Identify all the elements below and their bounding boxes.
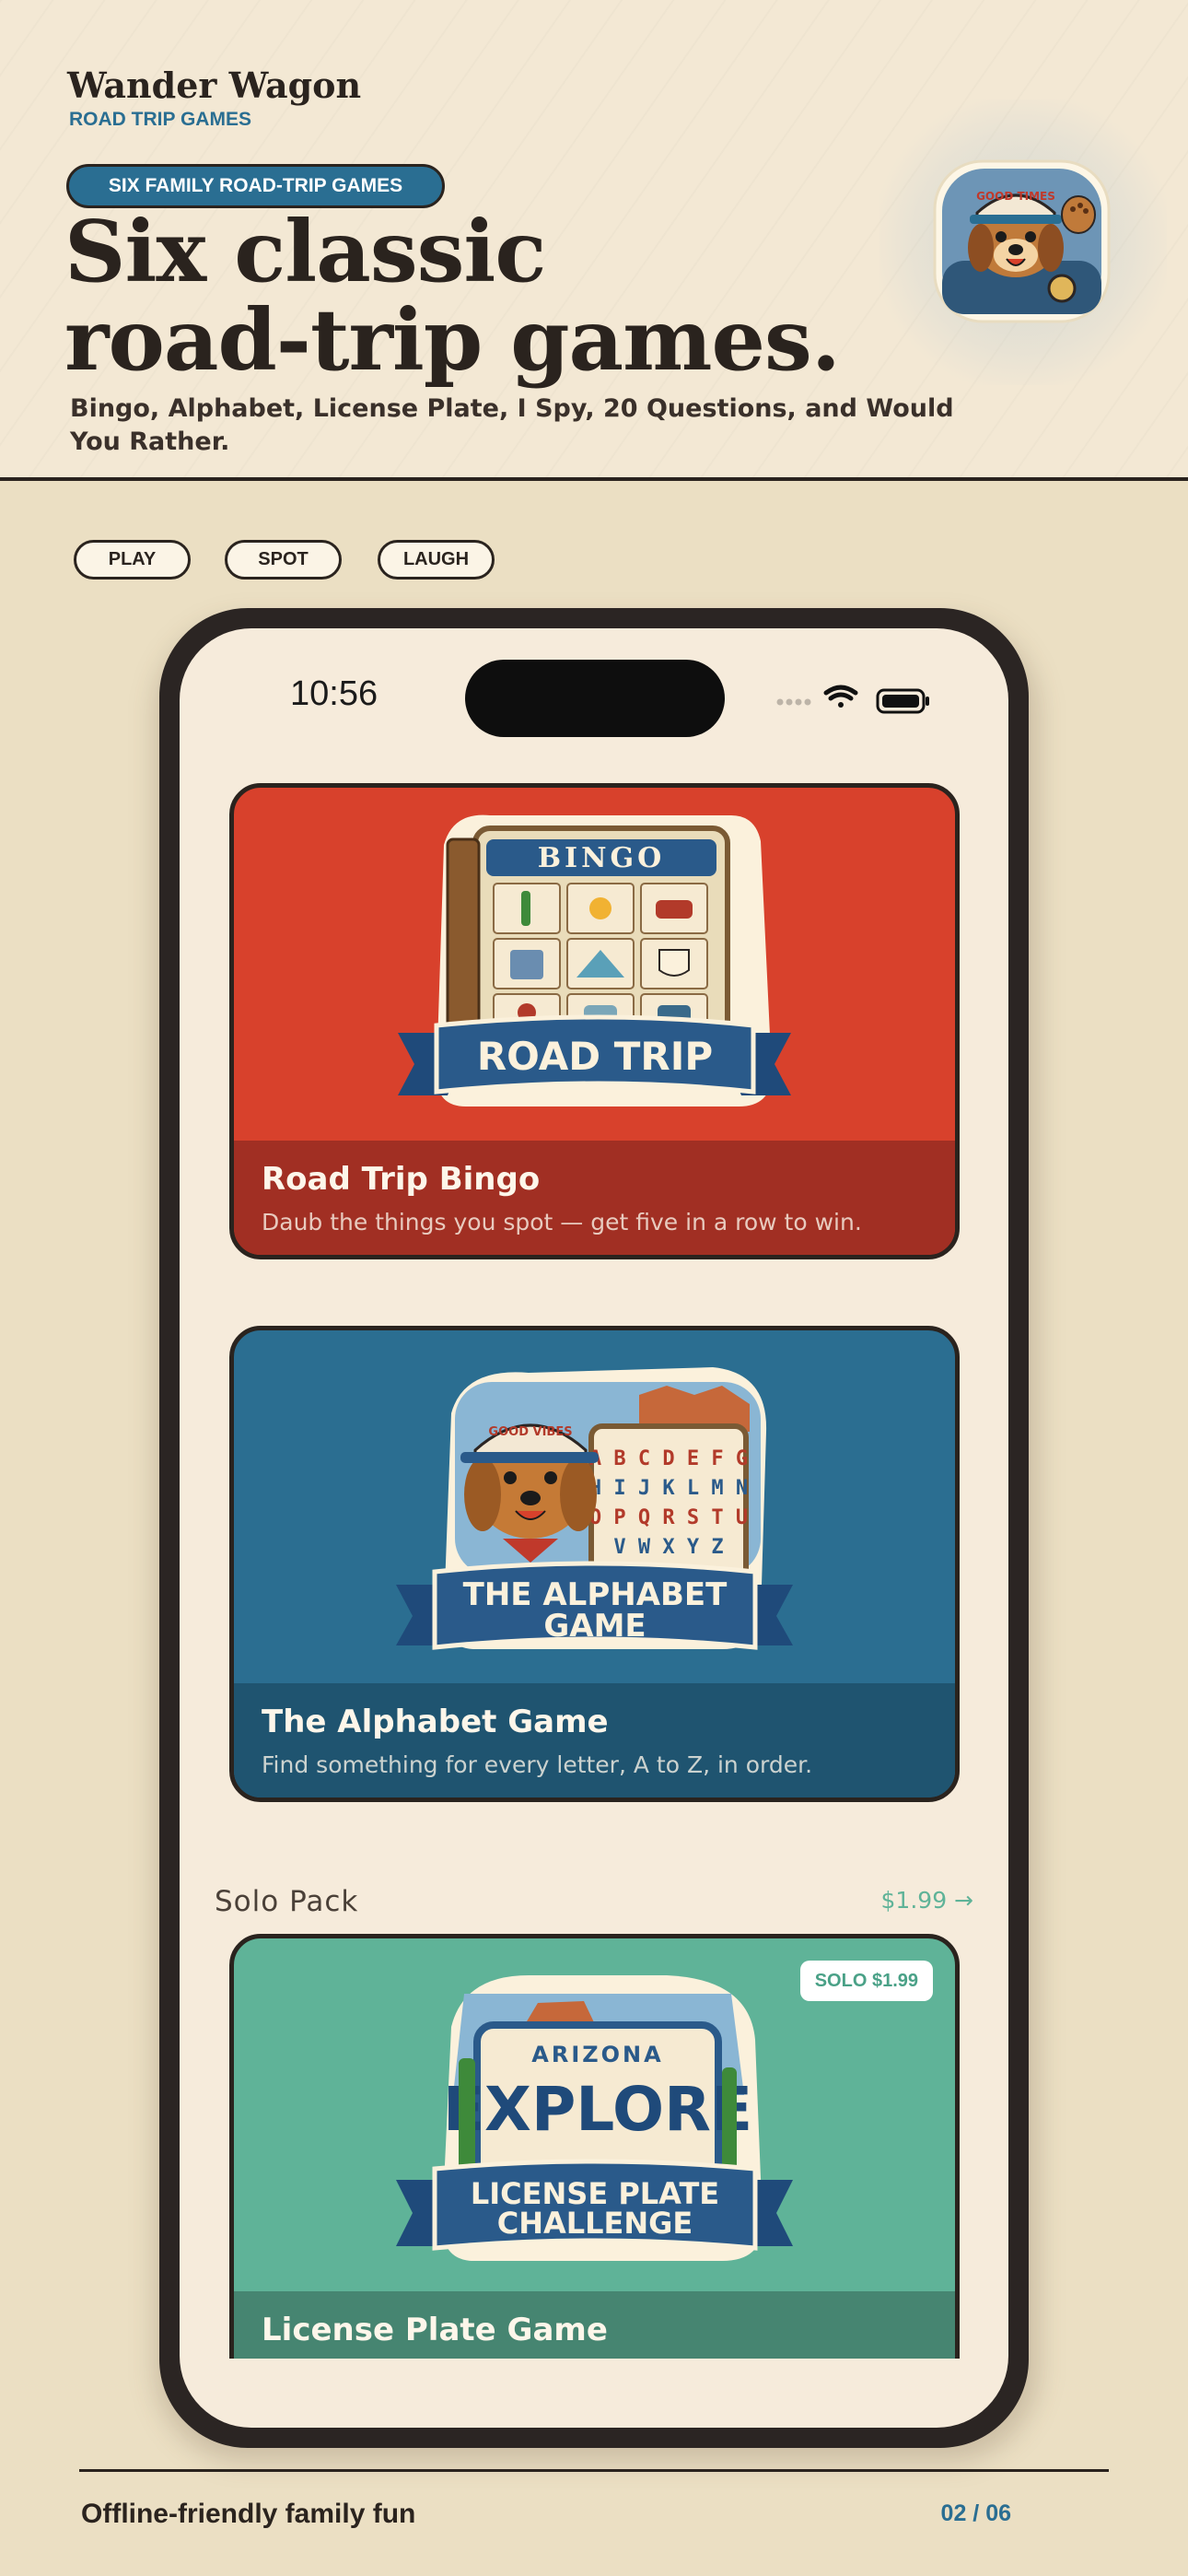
brand-tagline: ROAD TRIP GAMES — [69, 109, 251, 130]
alphabet-row-3: O P Q R S T U — [589, 1506, 748, 1529]
plate-word-text: EXPLORE — [443, 2074, 752, 2145]
headline-line-1: Six classic — [64, 202, 546, 301]
dynamic-island — [465, 660, 725, 737]
chip-spot[interactable]: SPOT — [225, 540, 342, 580]
headline-line-2: road-trip games. — [64, 290, 841, 390]
bingo-header-text: BINGO — [538, 842, 666, 874]
page-indicator: 02 / 06 — [940, 2500, 1011, 2526]
subheadline: Bingo, Alphabet, License Plate, I Spy, 2… — [70, 394, 954, 456]
status-icons — [775, 682, 949, 719]
card-description: Find something for every letter, A to Z,… — [262, 1751, 813, 1778]
battery-icon — [876, 688, 929, 714]
mascot-cap-text: GOOD TIMES — [976, 190, 1055, 203]
phone-frame: BINGO ROAD TRIP Road Trip Bingo Daub the… — [159, 608, 1029, 2448]
card-footer: License Plate Game — [234, 2291, 955, 2359]
plate-state-text: ARIZONA — [531, 2042, 663, 2067]
alphabet-art: A B C D E F G H I J K L M N O P Q R S T … — [234, 1330, 955, 1683]
card-footer: Road Trip Bingo Daub the things you spot… — [234, 1141, 955, 1255]
game-card-license-plate[interactable]: SOLO $1.99 ARIZONA EXPLORE LICENSE PLATE… — [229, 1934, 960, 2359]
hero-header: Wander Wagon ROAD TRIP GAMES SIX FAMILY … — [0, 0, 1188, 481]
game-card-alphabet[interactable]: A B C D E F G H I J K L M N O P Q R S T … — [229, 1326, 960, 1802]
footer-tagline: Offline-friendly family fun — [81, 2499, 416, 2529]
scroll-content[interactable]: BINGO ROAD TRIP Road Trip Bingo Daub the… — [180, 628, 1008, 2359]
alphabet-banner-line-2: GAME — [543, 1608, 646, 1645]
wifi-icon — [823, 685, 858, 708]
alphabet-row-1: A B C D E F G — [589, 1447, 748, 1470]
page-title: Six classic road-trip games. — [64, 207, 985, 384]
brand-name: Wander Wagon — [67, 64, 362, 106]
card-description: Daub the things you spot — get five in a… — [262, 1209, 862, 1235]
bingo-banner-text: ROAD TRIP — [477, 1034, 713, 1079]
chip-play[interactable]: PLAY — [74, 540, 191, 580]
game-card-bingo[interactable]: BINGO ROAD TRIP Road Trip Bingo Daub the… — [229, 783, 960, 1259]
status-time: 10:56 — [290, 674, 379, 713]
plate-banner-line-2: CHALLENGE — [497, 2206, 693, 2241]
section-price-link[interactable]: $1.99 → — [881, 1887, 973, 1914]
chip-laugh[interactable]: LAUGH — [378, 540, 495, 580]
alphabet-row-4: V W X Y Z — [613, 1536, 723, 1559]
phone-screen: BINGO ROAD TRIP Road Trip Bingo Daub the… — [180, 628, 1008, 2428]
card-title: License Plate Game — [262, 2312, 608, 2348]
footer-divider — [79, 2469, 1109, 2472]
card-footer: The Alphabet Game Find something for eve… — [234, 1683, 955, 1797]
alphabet-cap-text: GOOD VIBES — [488, 1425, 572, 1439]
card-title: The Alphabet Game — [262, 1704, 609, 1740]
section-label-solo-pack: Solo Pack — [215, 1885, 359, 1918]
card-title: Road Trip Bingo — [262, 1161, 541, 1198]
bingo-art: BINGO ROAD TRIP — [234, 788, 955, 1141]
dog-mascot-icon: GOOD TIMES — [933, 159, 1111, 323]
cellular-signal-icon — [776, 698, 811, 706]
alphabet-row-2: H I J K L M N — [589, 1477, 748, 1500]
price-badge: SOLO $1.99 — [799, 1961, 933, 2001]
